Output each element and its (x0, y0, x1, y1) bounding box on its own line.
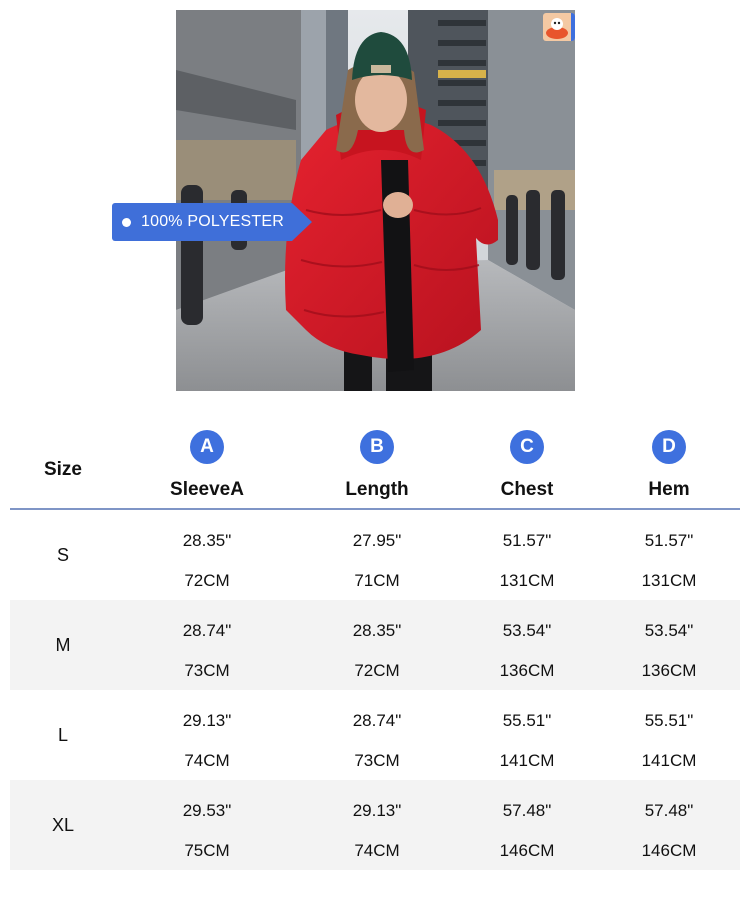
chest-cm: 146CM (499, 841, 555, 860)
chest-cell: 57.48" 146CM (452, 780, 602, 870)
hem-cm: 136CM (641, 661, 697, 680)
column-header-hem: D Hem (594, 430, 744, 501)
hem-cell: 57.48" 146CM (594, 780, 744, 870)
chest-cell: 55.51" 141CM (452, 690, 602, 780)
sleeve-inches: 29.13" (182, 711, 232, 730)
length-cell: 28.74" 73CM (302, 690, 452, 780)
sleeve-cm: 73CM (184, 661, 230, 680)
length-cm: 73CM (354, 751, 400, 770)
length-cell: 28.35" 72CM (302, 600, 452, 690)
size-cell: XL (51, 815, 75, 835)
sleeve-cell: 28.74" 73CM (132, 600, 282, 690)
size-cell: L (57, 725, 68, 745)
sleeve-inches: 28.35" (182, 531, 232, 550)
sleeve-cell: 29.13" 74CM (132, 690, 282, 780)
chest-inches: 55.51" (502, 711, 552, 730)
letter-b-badge: B (360, 430, 394, 464)
hem-inches: 57.48" (644, 801, 694, 820)
hem-inches: 55.51" (644, 711, 694, 730)
length-cell: 29.13" 74CM (302, 780, 452, 870)
chest-cm: 136CM (499, 661, 555, 680)
column-header-chest: C Chest (452, 430, 602, 501)
column-header-sleeve: A SleeveA (132, 430, 282, 501)
length-cm: 74CM (354, 841, 400, 860)
length-inches: 27.95" (352, 531, 402, 550)
hem-inches: 53.54" (644, 621, 694, 640)
table-body: S 28.35" 72CM 27.95" 71CM 51.57" 131CM 5… (10, 510, 740, 870)
length-inches: 29.13" (352, 801, 402, 820)
length-cm: 71CM (354, 571, 400, 590)
sleeve-cm: 74CM (184, 751, 230, 770)
sleeve-cm: 72CM (184, 571, 230, 590)
table-row: XL 29.53" 75CM 29.13" 74CM 57.48" 146CM … (10, 780, 740, 870)
product-photo (176, 10, 575, 391)
chest-inches: 53.54" (502, 621, 552, 640)
column-label-sleeve: SleeveA (170, 479, 244, 500)
chest-cell: 53.54" 136CM (452, 600, 602, 690)
length-inches: 28.74" (352, 711, 402, 730)
hem-cm: 146CM (641, 841, 697, 860)
size-column-header: Size (43, 459, 83, 480)
sleeve-cell: 29.53" 75CM (132, 780, 282, 870)
size-chart-table: Size A SleeveA B Length C Chest D Hem S … (10, 420, 740, 870)
chest-cm: 131CM (499, 571, 555, 590)
size-cell: S (56, 545, 69, 565)
table-row: L 29.13" 74CM 28.74" 73CM 55.51" 141CM 5… (10, 690, 740, 780)
hem-cell: 55.51" 141CM (594, 690, 744, 780)
brand-logo-icon (543, 13, 575, 41)
table-row: M 28.74" 73CM 28.35" 72CM 53.54" 136CM 5… (10, 600, 740, 690)
hem-inches: 51.57" (644, 531, 694, 550)
size-cell: M (55, 635, 71, 655)
column-header-length: B Length (302, 430, 452, 501)
hem-cm: 131CM (641, 571, 697, 590)
material-tag: 100% POLYESTER (112, 203, 312, 241)
column-label-chest: Chest (500, 479, 554, 500)
column-label-length: Length (345, 479, 409, 500)
material-text: 100% POLYESTER (141, 213, 285, 230)
chest-cell: 51.57" 131CM (452, 510, 602, 600)
hem-cell: 51.57" 131CM (594, 510, 744, 600)
chest-inches: 51.57" (502, 531, 552, 550)
sleeve-cell: 28.35" 72CM (132, 510, 282, 600)
table-row: S 28.35" 72CM 27.95" 71CM 51.57" 131CM 5… (10, 510, 740, 600)
sleeve-cm: 75CM (184, 841, 230, 860)
hem-cell: 53.54" 136CM (594, 600, 744, 690)
length-inches: 28.35" (352, 621, 402, 640)
letter-c-badge: C (510, 430, 544, 464)
sleeve-inches: 28.74" (182, 621, 232, 640)
table-header: Size A SleeveA B Length C Chest D Hem (10, 420, 740, 510)
letter-a-badge: A (190, 430, 224, 464)
letter-d-badge: D (652, 430, 686, 464)
length-cm: 72CM (354, 661, 400, 680)
model-in-red-puffer-jacket-image (176, 10, 575, 391)
hem-cm: 141CM (641, 751, 697, 770)
sleeve-inches: 29.53" (182, 801, 232, 820)
chest-cm: 141CM (499, 751, 555, 770)
chest-inches: 57.48" (502, 801, 552, 820)
column-label-hem: Hem (648, 479, 690, 500)
bullet-dot-icon (122, 217, 131, 227)
length-cell: 27.95" 71CM (302, 510, 452, 600)
